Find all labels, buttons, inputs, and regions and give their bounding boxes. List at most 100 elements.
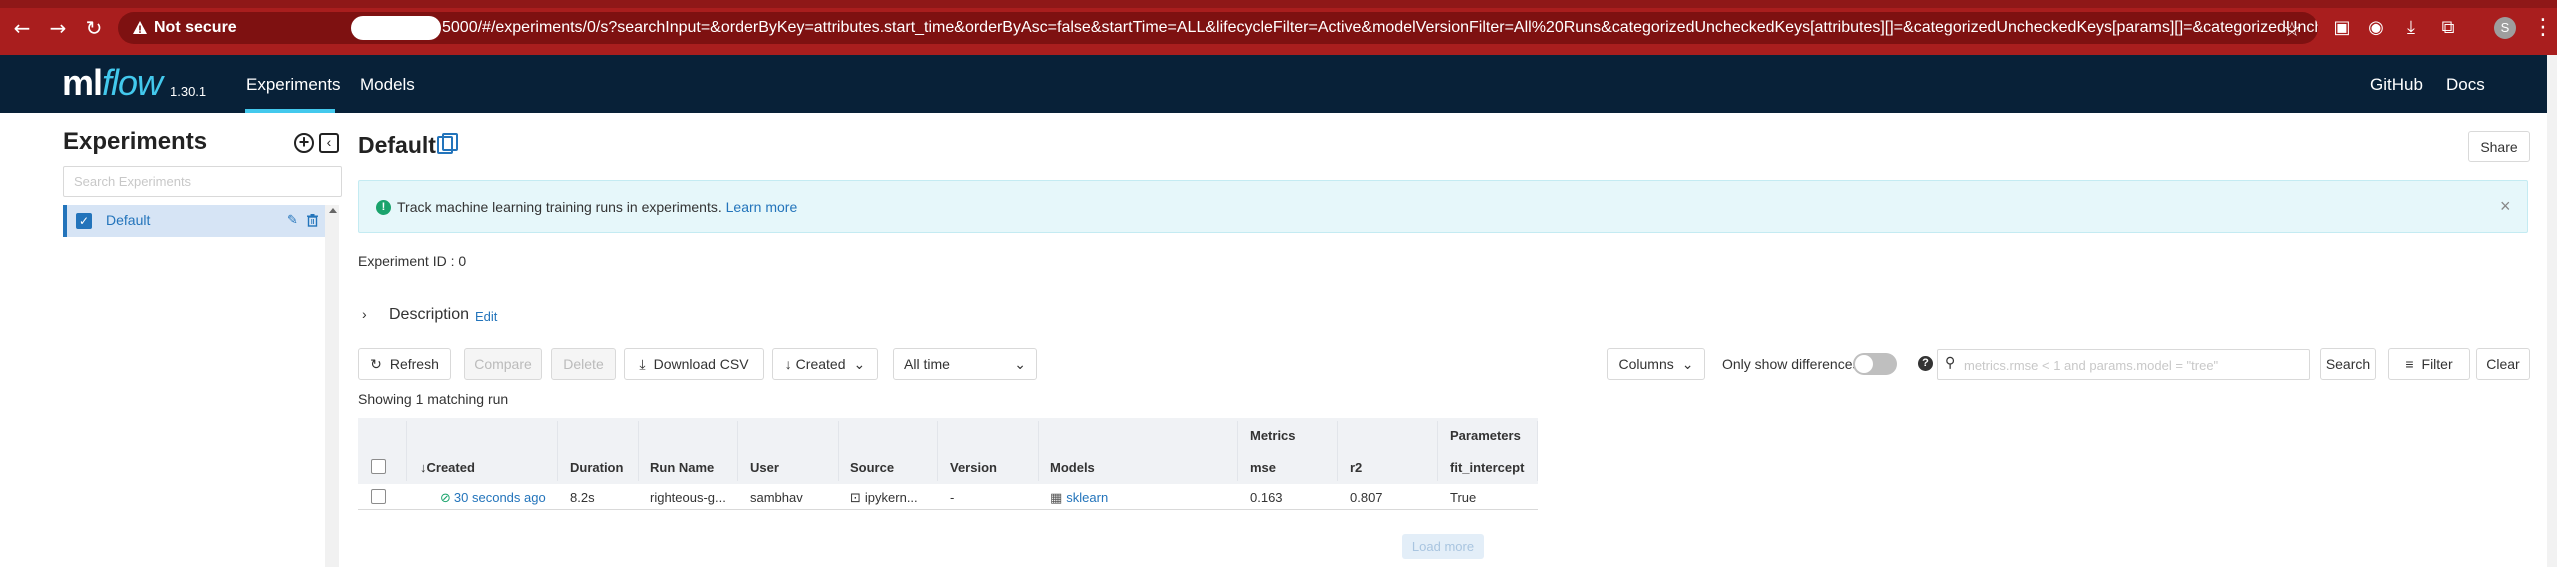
logo-ml: ml — [62, 62, 103, 103]
address-bar[interactable]: Not secure 5000/#/experiments/0/s?search… — [118, 12, 2318, 44]
description-label[interactable]: Description — [389, 306, 469, 324]
not-secure-label: Not secure — [154, 19, 237, 36]
nav-github[interactable]: GitHub — [2370, 75, 2423, 95]
column-divider — [406, 421, 407, 481]
download-csv-button[interactable]: ⤓ Download CSV — [624, 348, 764, 380]
column-divider — [1337, 421, 1338, 481]
cell-version: - — [950, 490, 955, 505]
cell-user: sambhav — [750, 490, 803, 505]
mlflow-logo[interactable]: mlflow — [62, 62, 163, 104]
cell-source[interactable]: ⊡ ipykern... — [850, 490, 918, 506]
created-link: 30 seconds ago — [453, 490, 546, 505]
cell-created[interactable]: ⊘ 30 seconds ago — [440, 490, 546, 506]
column-divider — [937, 421, 938, 481]
runs-search-input[interactable] — [1964, 354, 2304, 376]
reload-icon[interactable]: ↻ — [84, 18, 104, 38]
load-more-button[interactable]: Load more — [1402, 534, 1484, 559]
header-r2[interactable]: r2 — [1350, 460, 1362, 475]
experiment-search-input[interactable] — [63, 166, 342, 197]
metrics-group-label: Metrics — [1250, 428, 1296, 443]
sidebar-item-default[interactable]: ✓ Default ✎ — [63, 205, 325, 237]
runs-search-box[interactable]: ⚲ — [1937, 349, 2310, 380]
collapse-sidebar-icon[interactable]: ‹ — [319, 133, 339, 153]
alert-text: Track machine learning training runs in … — [397, 199, 722, 215]
cell-run-name[interactable]: righteous-g... — [650, 490, 726, 505]
header-created[interactable]: ↓Created — [420, 460, 475, 475]
column-divider — [638, 421, 639, 481]
nav-experiments[interactable]: Experiments — [246, 75, 340, 95]
description-edit-link[interactable]: Edit — [475, 309, 497, 324]
trash-icon[interactable] — [307, 214, 318, 227]
matching-runs-count: Showing 1 matching run — [358, 391, 509, 407]
header-duration[interactable]: Duration — [570, 460, 623, 475]
chevron-right-icon[interactable]: › — [362, 306, 367, 322]
kebab-icon[interactable]: ⋮ — [2532, 15, 2554, 40]
download-icon[interactable]: ⤓ — [2400, 17, 2422, 39]
add-experiment-icon[interactable]: + — [294, 133, 314, 153]
page-scrollbar[interactable] — [2547, 55, 2557, 567]
header-created-label: Created — [426, 460, 475, 475]
clear-button[interactable]: Clear — [2476, 348, 2530, 380]
nav-models[interactable]: Models — [360, 75, 415, 95]
row-checkbox[interactable] — [371, 489, 386, 504]
chevron-down-icon: ⌄ — [853, 356, 866, 372]
checkbox-checked-icon[interactable]: ✓ — [76, 213, 92, 229]
copy-icon[interactable] — [437, 133, 458, 154]
source-label: ipykern... — [864, 490, 918, 505]
cell-fit-intercept: True — [1450, 490, 1477, 505]
search-button[interactable]: Search — [2320, 348, 2376, 380]
toggle-knob — [1855, 355, 1873, 373]
nav-docs[interactable]: Docs — [2446, 75, 2485, 95]
alert-message: Track machine learning training runs in … — [397, 199, 797, 215]
header-mse[interactable]: mse — [1250, 460, 1276, 475]
cell-r2: 0.807 — [1350, 490, 1383, 505]
column-divider — [1237, 421, 1238, 481]
sort-select[interactable]: ↓ Created ⌄ — [772, 348, 878, 380]
filter-label: Filter — [2421, 356, 2453, 372]
parameters-group-label: Parameters — [1450, 428, 1521, 443]
status-success-icon: ⊘ — [440, 490, 451, 505]
cell-mse: 0.163 — [1250, 490, 1283, 505]
info-icon: ! — [376, 200, 391, 215]
header-user[interactable]: User — [750, 460, 779, 475]
close-icon[interactable]: × — [2500, 196, 2511, 217]
refresh-label: Refresh — [389, 356, 439, 372]
select-all-checkbox[interactable] — [371, 459, 386, 474]
delete-button[interactable]: Delete — [551, 348, 616, 380]
extension-icon[interactable]: ◉ — [2365, 17, 2387, 39]
search-icon: ⚲ — [1945, 355, 1956, 371]
header-version[interactable]: Version — [950, 460, 997, 475]
columns-button[interactable]: Columns ⌄ — [1607, 348, 1705, 380]
header-models[interactable]: Models — [1050, 460, 1095, 475]
puzzle-icon[interactable]: ⧉ — [2437, 17, 2459, 39]
edit-icon[interactable]: ✎ — [287, 212, 298, 228]
share-button[interactable]: Share — [2468, 131, 2530, 162]
time-range-select[interactable]: All time ⌄ — [893, 348, 1037, 380]
refresh-button[interactable]: ↻ Refresh — [358, 348, 451, 380]
only-show-differences-toggle[interactable] — [1853, 353, 1897, 375]
forward-icon[interactable]: → — [48, 18, 68, 38]
sidebar-scrollbar[interactable] — [325, 205, 339, 567]
profile-avatar[interactable]: S — [2494, 17, 2516, 39]
back-icon[interactable]: ← — [12, 18, 32, 38]
translate-icon[interactable]: ▣ — [2331, 17, 2353, 39]
logo-flow: flow — [102, 62, 163, 103]
compare-button[interactable]: Compare — [464, 348, 542, 380]
page-title: Default — [358, 132, 436, 158]
filter-button[interactable]: ≡ Filter — [2388, 348, 2470, 380]
table-row-divider — [358, 509, 1538, 510]
nav-active-indicator — [245, 109, 335, 113]
browser-tabstrip — [0, 0, 2557, 8]
column-divider — [838, 421, 839, 481]
help-icon[interactable]: ? — [1918, 356, 1933, 371]
header-run-name[interactable]: Run Name — [650, 460, 714, 475]
header-fit-intercept[interactable]: fit_intercept — [1450, 460, 1524, 475]
header-source[interactable]: Source — [850, 460, 894, 475]
version-label: 1.30.1 — [170, 84, 207, 99]
sidebar-title: Experiments — [63, 128, 208, 155]
cell-models[interactable]: ▦ sklearn — [1050, 490, 1108, 506]
learn-more-link[interactable]: Learn more — [726, 199, 798, 215]
star-icon[interactable]: ☆ — [2283, 17, 2301, 41]
scroll-up-icon[interactable] — [329, 208, 337, 213]
columns-label: Columns — [1618, 356, 1674, 372]
